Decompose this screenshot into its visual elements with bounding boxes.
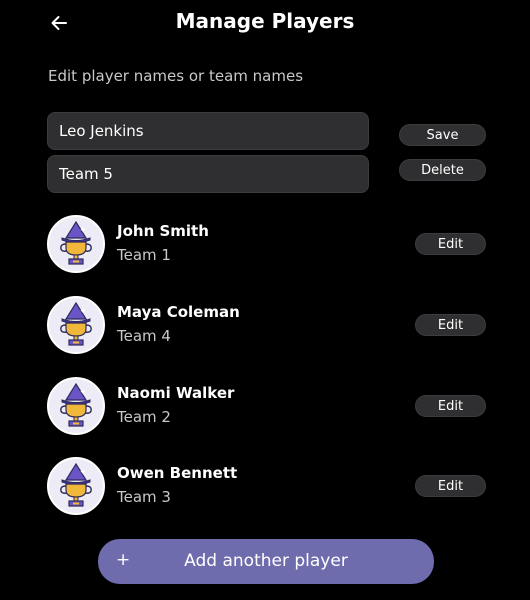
edit-player-button[interactable]: Edit xyxy=(415,395,486,417)
player-row: Maya Coleman Team 4 Edit xyxy=(47,296,487,354)
wizard-trophy-icon xyxy=(60,462,92,507)
player-team: Team 1 xyxy=(117,246,171,264)
player-team: Team 2 xyxy=(117,408,171,426)
delete-button[interactable]: Delete xyxy=(399,159,486,181)
instructions-text: Edit player names or team names xyxy=(48,67,304,85)
player-name: Owen Bennett xyxy=(117,464,238,482)
player-name: Maya Coleman xyxy=(117,303,240,321)
edit-player-button[interactable]: Edit xyxy=(415,475,486,497)
player-name: Naomi Walker xyxy=(117,384,235,402)
wizard-trophy-icon xyxy=(60,301,92,346)
avatar xyxy=(47,457,105,515)
player-name: John Smith xyxy=(117,222,209,240)
player-name-field[interactable] xyxy=(47,112,369,150)
wizard-trophy-icon xyxy=(60,220,92,265)
player-team: Team 4 xyxy=(117,327,171,345)
avatar xyxy=(47,215,105,273)
player-row: John Smith Team 1 Edit xyxy=(47,215,487,273)
player-row: Owen Bennett Team 3 Edit xyxy=(47,457,487,515)
player-team: Team 3 xyxy=(117,488,171,506)
avatar xyxy=(47,377,105,435)
player-row: Naomi Walker Team 2 Edit xyxy=(47,377,487,435)
edit-player-button[interactable]: Edit xyxy=(415,314,486,336)
team-name-field[interactable] xyxy=(47,155,369,193)
save-button[interactable]: Save xyxy=(399,124,486,146)
page-title: Manage Players xyxy=(175,9,355,33)
avatar xyxy=(47,296,105,354)
edit-player-button[interactable]: Edit xyxy=(415,233,486,255)
add-player-button[interactable]: + Add another player xyxy=(98,539,434,584)
add-player-label: Add another player xyxy=(184,551,348,571)
wizard-trophy-icon xyxy=(60,382,92,427)
